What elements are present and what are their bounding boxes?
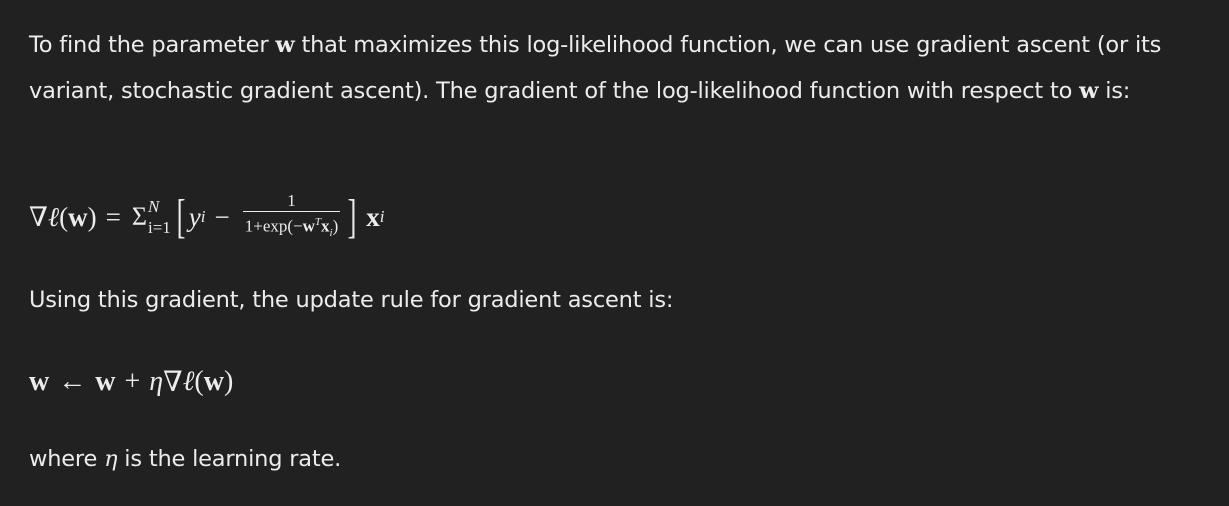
eta-symbol: η [104,446,118,472]
w-vector: w [203,366,224,397]
x-vector: x [366,201,380,232]
math-w: w [275,32,295,58]
x-vector: x [321,216,330,236]
update-rule-equation: w ← w + η ∇ ℓ ( w ) [29,362,233,402]
right-paren: ) [223,366,234,397]
left-paren: ( [59,201,69,232]
w-vector: w [302,216,315,236]
eta-symbol: η [149,366,164,397]
sum-upper-limit: N [147,197,160,216]
fraction-denominator: 1+exp(−wTxi) [243,212,341,243]
paragraph-update-rule: Using this gradient, the update rule for… [29,287,674,313]
paragraph-gradient-intro: To find the parameter w that maximizes t… [29,22,1214,114]
left-arrow-symbol: ← [58,366,87,397]
message-content: To find the parameter w that maximizes t… [0,0,1229,506]
equals-sign: = [105,201,121,232]
summation: Σ N i=1 [131,197,171,237]
paragraph-text: is: [1098,78,1131,104]
w-vector: w [95,366,116,397]
nabla-symbol: ∇ [163,367,183,398]
math-w: w [1079,78,1099,104]
y-variable: y [188,201,201,232]
minus-sign: − [214,201,230,232]
denominator-close-paren: ) [332,216,339,236]
sum-lower-limit: i=1 [147,218,171,237]
sigma-symbol: Σ [131,202,147,231]
paragraph-text: where [29,446,105,472]
plus-sign: + [124,366,141,397]
ell-symbol: ℓ [47,201,60,232]
x-subscript: i [379,207,385,226]
paragraph-text: is the learning rate. [117,446,342,472]
sigmoid-fraction: 1 1+exp(−wTxi) [242,190,341,243]
nabla-symbol: ∇ [29,201,48,232]
left-bracket: [ [176,190,186,243]
right-paren: ) [87,201,97,232]
paragraph-text: To find the parameter [29,32,276,58]
denominator-text: 1+exp(− [244,216,303,236]
w-vector: w [29,366,50,397]
w-vector: w [68,201,88,232]
left-paren: ( [194,366,204,397]
gradient-equation: ∇ ℓ ( w ) = Σ N i=1 [ yi − 1 1+exp(−wTxi… [29,190,384,244]
y-subscript: i [200,207,206,226]
paragraph-learning-rate: where η is the learning rate. [29,443,341,475]
right-bracket: ] [347,190,357,243]
ell-symbol: ℓ [182,366,195,397]
summation-limits: N i=1 [147,197,171,237]
fraction-numerator: 1 [287,190,296,210]
